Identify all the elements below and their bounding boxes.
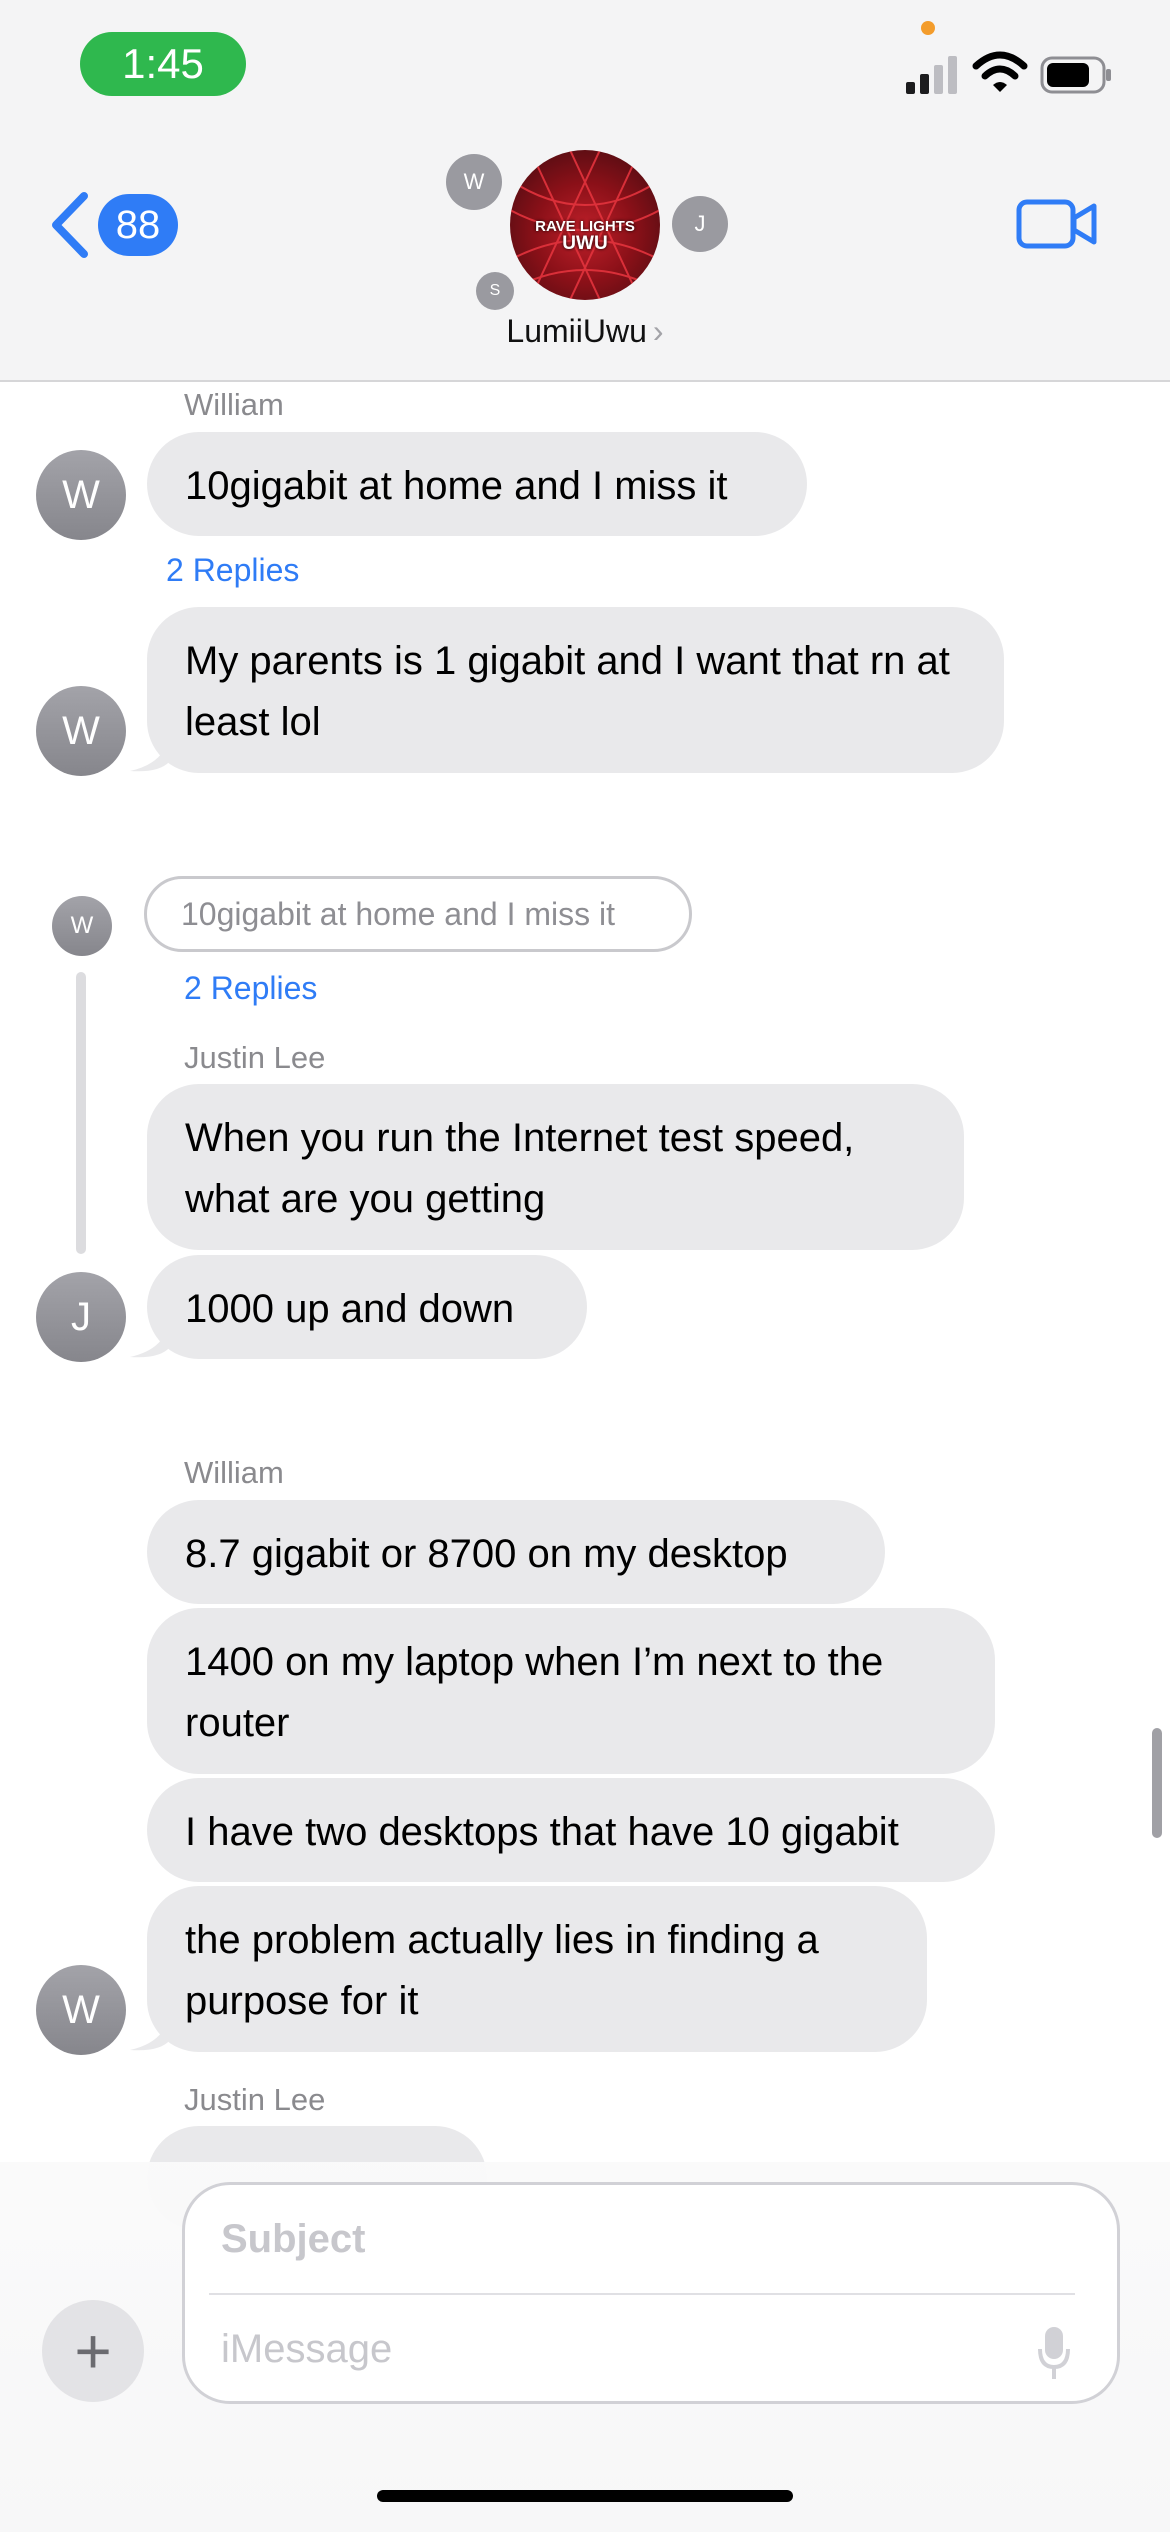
message-bubble[interactable]: My parents is 1 gigabit and I want that … xyxy=(147,607,1004,773)
bubble-tail xyxy=(130,2012,170,2051)
sender-name: William xyxy=(184,1455,284,1490)
avatar[interactable]: W xyxy=(36,1965,126,2055)
group-photo-text: RAVE LIGHTS UWU xyxy=(510,218,660,254)
participant-avatar-s: S xyxy=(476,272,514,310)
message-bubble[interactable]: the problem actually lies in finding a p… xyxy=(147,1886,927,2052)
unread-count-badge: 88 xyxy=(98,194,178,256)
quoted-message[interactable]: 10gigabit at home and I miss it xyxy=(144,876,692,952)
battery-icon xyxy=(1040,56,1111,94)
message-bubble[interactable]: 8.7 gigabit or 8700 on my desktop xyxy=(147,1500,885,1604)
wifi-icon xyxy=(972,51,1028,92)
input-divider xyxy=(209,2293,1075,2295)
avatar: W xyxy=(52,896,112,956)
photo-text-line2: UWU xyxy=(562,233,608,254)
scroll-indicator[interactable] xyxy=(1152,1728,1162,1838)
back-button[interactable]: 88 xyxy=(48,188,178,262)
message-bubble[interactable]: 1400 on my laptop when I’m next to the r… xyxy=(147,1608,995,1774)
thread-line xyxy=(76,972,86,1254)
home-indicator xyxy=(377,2490,793,2502)
privacy-indicator-dot xyxy=(921,21,935,35)
message-input-box[interactable]: Subject iMessage xyxy=(182,2182,1120,2404)
group-photo[interactable]: RAVE LIGHTS UWU xyxy=(510,150,660,300)
replies-link[interactable]: 2 Replies xyxy=(166,552,299,589)
microphone-icon[interactable] xyxy=(1037,2325,1071,2381)
subject-field[interactable]: Subject xyxy=(221,2217,365,2262)
participant-avatar-j: J xyxy=(672,196,728,252)
message-bubble[interactable]: 1000 up and down xyxy=(147,1255,587,1359)
replies-link[interactable]: 2 Replies xyxy=(184,970,317,1007)
message-bubble[interactable]: I have two desktops that have 10 gigabit xyxy=(147,1778,995,1882)
back-chevron-icon xyxy=(52,192,88,258)
sender-name: Justin Lee xyxy=(184,2082,326,2117)
avatar[interactable]: W xyxy=(36,450,126,540)
conversation-header: 1:45 88 W J S RAVE LIGHTS UWU LumiiUwu › xyxy=(0,0,1170,382)
participant-avatar-w: W xyxy=(446,154,502,210)
sender-name: Justin Lee xyxy=(184,1040,326,1075)
message-bubble[interactable]: When you run the Internet test speed, wh… xyxy=(147,1084,964,1250)
avatar[interactable]: J xyxy=(36,1272,126,1362)
bubble-tail xyxy=(130,733,170,772)
group-name-chevron-icon: › xyxy=(652,313,664,349)
sender-name: William xyxy=(184,387,284,422)
status-time: 1:45 xyxy=(80,32,246,96)
group-name: LumiiUwu xyxy=(506,313,647,349)
plus-icon[interactable]: + xyxy=(42,2300,144,2402)
imessage-field[interactable]: iMessage xyxy=(221,2327,392,2372)
message-bubble[interactable]: 10gigabit at home and I miss it xyxy=(147,432,807,536)
group-name-button[interactable]: LumiiUwu › xyxy=(0,313,1170,350)
bubble-tail xyxy=(130,1319,170,1358)
signal-icon xyxy=(906,54,960,94)
avatar[interactable]: W xyxy=(36,686,126,776)
video-camera-icon[interactable] xyxy=(1016,196,1098,252)
